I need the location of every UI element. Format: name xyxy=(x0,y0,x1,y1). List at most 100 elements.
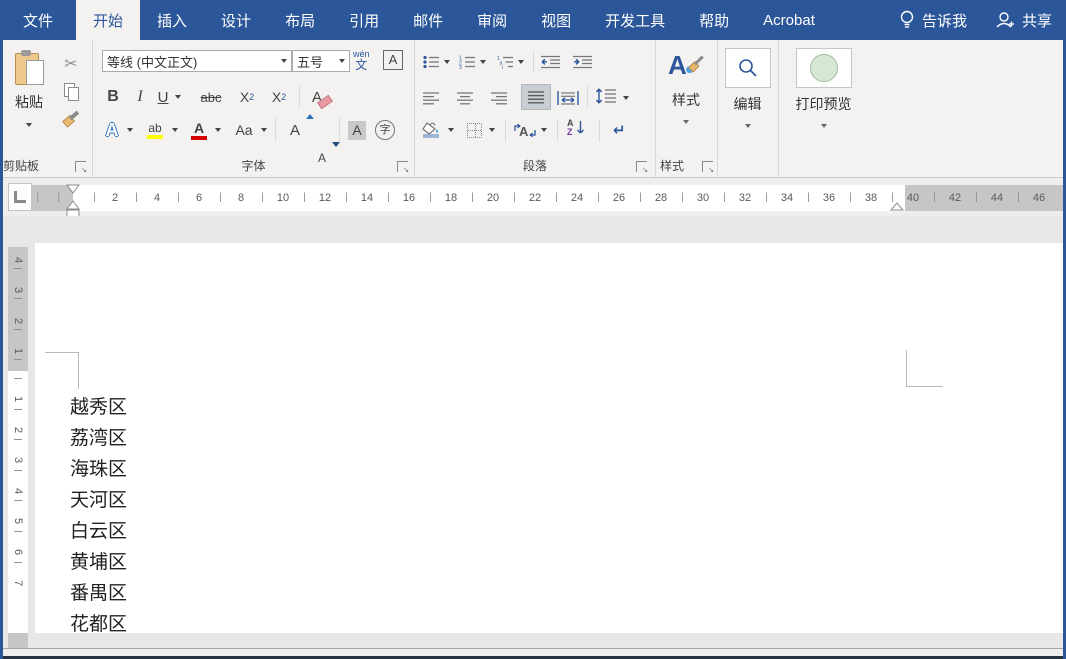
vruler-tick xyxy=(14,470,22,471)
paragraph-dialog-launcher[interactable] xyxy=(636,161,647,172)
tab-引用[interactable]: 引用 xyxy=(332,0,396,40)
tab-邮件[interactable]: 邮件 xyxy=(396,0,460,40)
font-name-select[interactable]: 等线 (中文正文) xyxy=(102,50,292,72)
document-line[interactable]: 越秀区 xyxy=(70,392,127,423)
character-border-button[interactable]: A xyxy=(383,50,403,70)
tab-Acrobat[interactable]: Acrobat xyxy=(746,0,832,40)
subscript-button[interactable]: X2 xyxy=(235,84,259,110)
vruler-tick xyxy=(14,409,22,410)
justify-button[interactable] xyxy=(521,84,551,110)
document-text[interactable]: 越秀区荔湾区海珠区天河区白云区黄埔区番禺区花都区 xyxy=(70,392,127,640)
horizontal-ruler[interactable]: 2468101214161820222426283032343638404244… xyxy=(31,185,1064,211)
tab-selector[interactable] xyxy=(8,183,32,211)
bullets-button[interactable] xyxy=(423,50,440,74)
highlight-dropdown[interactable] xyxy=(170,116,180,144)
cut-button[interactable]: ✂ xyxy=(58,50,84,77)
enclose-characters-button[interactable]: 字 xyxy=(373,116,397,144)
vruler-number-7: 7 xyxy=(11,576,25,590)
paste-button[interactable]: 粘贴 xyxy=(6,48,52,160)
font-group-label: 字体 xyxy=(93,157,414,174)
copy-button[interactable] xyxy=(58,77,84,104)
shading-dropdown[interactable] xyxy=(446,118,456,142)
numbering-dropdown[interactable] xyxy=(478,50,488,74)
font-dialog-launcher[interactable] xyxy=(397,161,408,172)
font-color-dropdown[interactable] xyxy=(213,116,223,144)
tab-设计[interactable]: 设计 xyxy=(204,0,268,40)
change-case-button[interactable]: Aa xyxy=(231,116,257,144)
align-left-button[interactable] xyxy=(423,86,440,110)
grow-font-button[interactable]: A xyxy=(283,116,307,144)
phonetic-guide-button[interactable]: wén 文 xyxy=(353,48,370,72)
enclose-characters-icon: 字 xyxy=(375,120,395,140)
tab-开始[interactable]: 开始 xyxy=(76,0,140,40)
line-spacing-dropdown[interactable] xyxy=(621,86,631,110)
sort-button[interactable]: A Z xyxy=(567,116,585,140)
shading-button[interactable] xyxy=(421,118,443,142)
font-color-button[interactable]: A xyxy=(188,116,210,144)
distribute-button[interactable] xyxy=(557,86,579,110)
tab-插入[interactable]: 插入 xyxy=(140,0,204,40)
indent-markers[interactable] xyxy=(65,181,81,221)
text-effects-button[interactable]: A xyxy=(101,116,123,144)
multilevel-dropdown[interactable] xyxy=(516,50,526,74)
tab-开发工具[interactable]: 开发工具 xyxy=(588,0,682,40)
clear-formatting-button[interactable]: A xyxy=(307,84,337,110)
clipboard-dialog-launcher[interactable] xyxy=(75,161,86,172)
numbering-button[interactable]: 123 xyxy=(459,50,476,74)
decrease-indent-button[interactable] xyxy=(541,50,561,74)
show-marks-button[interactable]: ↵ xyxy=(613,118,626,142)
vertical-ruler[interactable]: 43211234567 xyxy=(8,247,28,648)
styles-button[interactable]: A 样式 xyxy=(656,48,716,126)
tab-文件[interactable]: 文件 xyxy=(0,0,76,40)
document-line[interactable]: 天河区 xyxy=(70,485,127,516)
edit-button[interactable]: 编辑 xyxy=(718,48,777,130)
font-size-select[interactable]: 五号 xyxy=(292,50,350,72)
align-right-button[interactable] xyxy=(491,86,508,110)
increase-indent-button[interactable] xyxy=(573,50,593,74)
font-name-value: 等线 (中文正文) xyxy=(107,52,197,71)
ruler-tick: | xyxy=(765,185,768,211)
document-line[interactable]: 荔湾区 xyxy=(70,423,127,454)
share-button[interactable]: 共享 xyxy=(981,10,1066,31)
align-center-button[interactable] xyxy=(457,86,474,110)
ruler-number-4: 4 xyxy=(149,185,165,211)
tab-布局[interactable]: 布局 xyxy=(268,0,332,40)
format-painter-button[interactable] xyxy=(58,104,84,131)
tell-me-button[interactable]: 告诉我 xyxy=(885,10,981,31)
tab-视图[interactable]: 视图 xyxy=(524,0,588,40)
asian-layout-dropdown[interactable] xyxy=(539,118,549,142)
underline-dropdown[interactable] xyxy=(173,84,183,110)
asian-layout-button[interactable]: A xyxy=(513,118,537,142)
ruler-tick: | xyxy=(555,185,558,211)
strikethrough-button[interactable]: abc xyxy=(196,84,226,110)
share-label: 共享 xyxy=(1022,10,1052,31)
bold-button[interactable]: B xyxy=(103,84,123,110)
superscript-button[interactable]: X2 xyxy=(267,84,291,110)
document-line[interactable]: 黄埔区 xyxy=(70,547,127,578)
borders-dropdown[interactable] xyxy=(487,118,497,142)
document-line[interactable]: 番禺区 xyxy=(70,578,127,609)
editing-group: 编辑 xyxy=(718,40,779,177)
multilevel-list-button[interactable]: 1ai xyxy=(497,50,514,74)
print-preview-icon xyxy=(810,54,838,82)
document-page[interactable] xyxy=(35,243,1064,633)
text-effects-dropdown[interactable] xyxy=(125,116,135,144)
styles-dialog-launcher[interactable] xyxy=(702,161,713,172)
document-line[interactable]: 白云区 xyxy=(70,516,127,547)
document-line[interactable]: 花都区 xyxy=(70,609,127,640)
document-line[interactable]: 海珠区 xyxy=(70,454,127,485)
character-shading-button[interactable]: A xyxy=(345,116,369,144)
line-spacing-button[interactable] xyxy=(595,84,617,108)
ruler-number-24: 24 xyxy=(569,185,585,211)
change-case-dropdown[interactable] xyxy=(259,116,269,144)
highlight-color-button[interactable]: ab xyxy=(143,116,167,144)
ruler-tick: | xyxy=(639,185,642,211)
bullets-dropdown[interactable] xyxy=(442,50,452,74)
borders-button[interactable] xyxy=(467,118,482,142)
paste-dropdown-arrow[interactable] xyxy=(26,123,32,127)
tab-审阅[interactable]: 审阅 xyxy=(460,0,524,40)
print-preview-button[interactable]: 打印预览 xyxy=(779,48,868,130)
underline-button[interactable]: U xyxy=(155,84,171,110)
italic-button[interactable]: I xyxy=(132,84,148,110)
tab-帮助[interactable]: 帮助 xyxy=(682,0,746,40)
